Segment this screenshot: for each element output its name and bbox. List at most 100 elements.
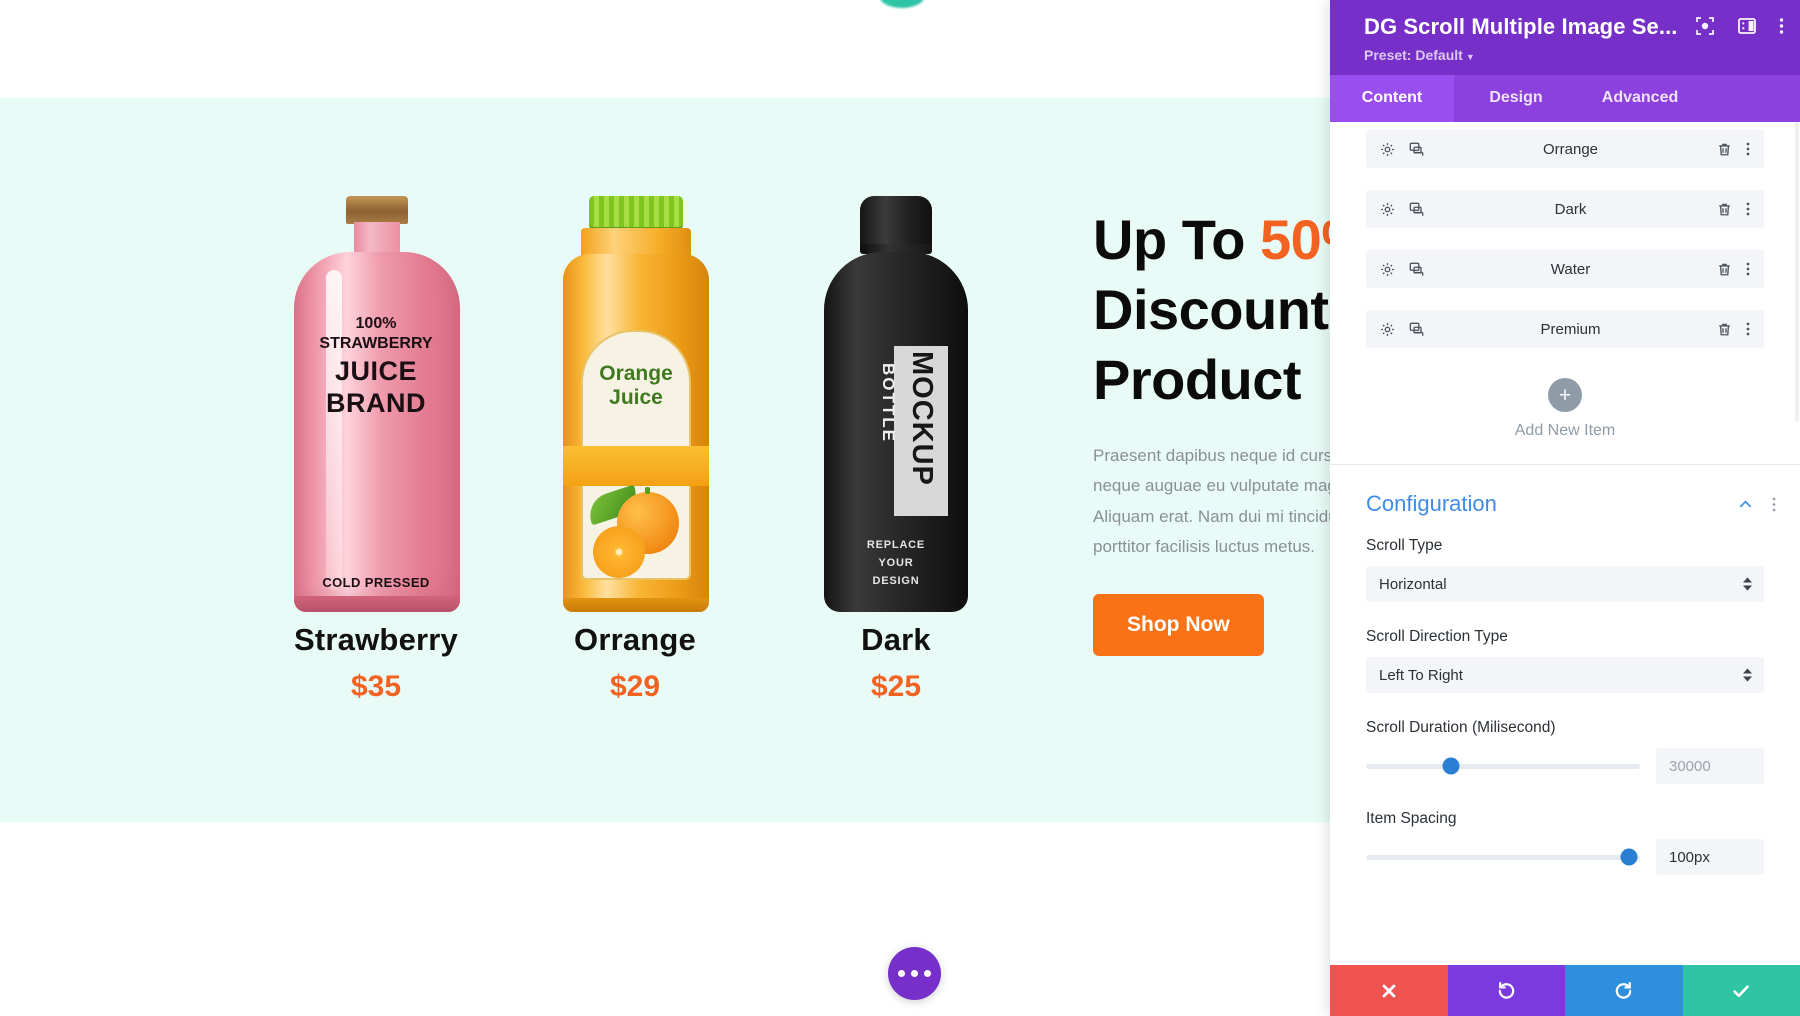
items-list: Orrange Dark Water Premium xyxy=(1330,122,1800,348)
add-new-item-button[interactable]: + Add New Item xyxy=(1330,370,1800,464)
kebab-menu-icon[interactable] xyxy=(1746,261,1750,277)
duplicate-icon[interactable] xyxy=(1409,262,1424,277)
tab-advanced[interactable]: Advanced xyxy=(1578,75,1702,122)
list-item-label: Premium xyxy=(1540,320,1601,338)
shop-now-button[interactable]: Shop Now xyxy=(1093,594,1264,656)
duplicate-icon[interactable] xyxy=(1409,142,1424,157)
focus-target-icon[interactable] xyxy=(1695,16,1715,36)
item-spacing-input[interactable] xyxy=(1656,839,1764,875)
bottle-cap xyxy=(589,196,683,230)
label-line-4: BRAND xyxy=(326,387,426,418)
select-arrows-icon xyxy=(1743,577,1752,591)
add-new-item-label: Add New Item xyxy=(1514,422,1616,439)
product-name: Dark xyxy=(861,622,931,657)
trash-icon[interactable] xyxy=(1717,202,1732,217)
product-name: Strawberry xyxy=(294,622,458,657)
product-name: Orrange xyxy=(574,622,696,657)
gear-icon[interactable] xyxy=(1380,322,1395,337)
tab-design[interactable]: Design xyxy=(1454,75,1578,122)
product-card-strawberry[interactable]: 100% STRAWBERRY JUICE BRAND COLD PRESSED… xyxy=(246,196,506,704)
configuration-title: Configuration xyxy=(1366,491,1497,516)
select-value: Horizontal xyxy=(1379,575,1447,593)
orange-slice-icon xyxy=(593,526,645,578)
redo-button[interactable] xyxy=(1565,965,1683,1016)
trash-icon[interactable] xyxy=(1717,142,1732,157)
tab-content[interactable]: Content xyxy=(1330,75,1454,122)
bottle-label-top: 100% STRAWBERRY xyxy=(288,314,464,354)
footer-line-3: DESIGN xyxy=(872,575,920,588)
list-item[interactable]: Orrange xyxy=(1366,130,1764,168)
bottle-label-footer: COLD PRESSED xyxy=(322,575,430,590)
trash-icon[interactable] xyxy=(1717,322,1732,337)
panel-layout-icon[interactable] xyxy=(1737,16,1757,36)
field-label: Scroll Type xyxy=(1366,537,1443,554)
preset-selector[interactable]: Preset: Default ▼ xyxy=(1364,47,1780,63)
panel-body: Orrange Dark Water Premium + Add New Ite… xyxy=(1330,122,1800,965)
bottle-base xyxy=(563,598,709,612)
select-arrows-icon xyxy=(1743,668,1752,682)
field-scroll-duration: Scroll Duration (Milisecond) xyxy=(1330,719,1800,784)
panel-header-icons xyxy=(1695,16,1784,36)
scroll-direction-select[interactable]: Left To Right xyxy=(1366,657,1764,693)
scroll-duration-slider[interactable] xyxy=(1366,757,1640,775)
slider-knob[interactable] xyxy=(1620,848,1638,866)
duplicate-icon[interactable] xyxy=(1409,322,1424,337)
undo-button[interactable] xyxy=(1447,965,1565,1016)
kebab-menu-icon[interactable] xyxy=(1779,16,1784,36)
slider-knob[interactable] xyxy=(1442,757,1460,775)
trash-icon[interactable] xyxy=(1717,262,1732,277)
bottle-body xyxy=(294,252,460,612)
kebab-menu-icon[interactable] xyxy=(1746,201,1750,217)
kebab-menu-icon[interactable] xyxy=(1772,496,1776,513)
panel-scroll-area[interactable]: Orrange Dark Water Premium + Add New Ite… xyxy=(1330,122,1800,965)
product-price: $35 xyxy=(350,670,402,703)
bottle-label-brand: JUICE BRAND xyxy=(288,356,464,420)
chevron-down-icon: ▼ xyxy=(1465,52,1475,62)
duplicate-icon[interactable] xyxy=(1409,202,1424,217)
save-button[interactable] xyxy=(1682,965,1800,1016)
list-item[interactable]: Premium xyxy=(1366,310,1764,348)
panel-footer xyxy=(1330,965,1800,1016)
bottle-label-main: MOCKUP xyxy=(906,351,938,486)
product-card-orange[interactable]: Orange Juice Orrange $29 xyxy=(505,196,765,704)
gear-icon[interactable] xyxy=(1380,202,1395,217)
plus-icon[interactable]: + xyxy=(1548,378,1582,412)
list-item-label: Water xyxy=(1550,260,1591,278)
bottle-cap xyxy=(860,196,932,250)
gear-icon[interactable] xyxy=(1380,262,1395,277)
gear-icon[interactable] xyxy=(1380,142,1395,157)
item-spacing-slider[interactable] xyxy=(1366,848,1640,866)
field-label: Item Spacing xyxy=(1366,810,1457,827)
panel-tabs: Content Design Advanced xyxy=(1330,75,1800,122)
list-item-label: Dark xyxy=(1554,200,1587,218)
configuration-section-header[interactable]: Configuration xyxy=(1330,465,1800,537)
field-scroll-direction: Scroll Direction Type Left To Right xyxy=(1330,628,1800,693)
panel-header: DG Scroll Multiple Image Se... Preset: D… xyxy=(1330,0,1800,75)
scroll-duration-control xyxy=(1366,748,1764,784)
item-spacing-control xyxy=(1366,839,1764,875)
list-item[interactable]: Dark xyxy=(1366,190,1764,228)
chevron-up-icon[interactable] xyxy=(1737,496,1754,513)
teal-blob-icon xyxy=(880,0,924,8)
product-price: $25 xyxy=(870,670,922,703)
field-label: Scroll Direction Type xyxy=(1366,628,1508,645)
list-item[interactable]: Water xyxy=(1366,250,1764,288)
kebab-menu-icon[interactable] xyxy=(1746,321,1750,337)
three-dots-icon[interactable] xyxy=(888,947,941,1000)
product-price: $29 xyxy=(609,670,661,703)
dot xyxy=(911,970,918,977)
product-card-dark[interactable]: BOTTLE MOCKUP REPLACE YOUR DESIGN Dark $… xyxy=(766,196,1026,704)
bottle-label-text: Orange Juice xyxy=(581,362,691,409)
label-line-1: 100% xyxy=(355,315,397,332)
kebab-menu-icon[interactable] xyxy=(1746,141,1750,157)
cancel-button[interactable] xyxy=(1330,965,1448,1016)
scroll-duration-input[interactable] xyxy=(1656,748,1764,784)
scroll-type-select[interactable]: Horizontal xyxy=(1366,566,1764,602)
label-line-1: Orange xyxy=(599,362,673,385)
preset-label: Preset: Default xyxy=(1364,47,1463,63)
panel-scrollbar[interactable] xyxy=(1795,122,1799,422)
dark-bottle-image: BOTTLE MOCKUP REPLACE YOUR DESIGN xyxy=(808,196,984,616)
